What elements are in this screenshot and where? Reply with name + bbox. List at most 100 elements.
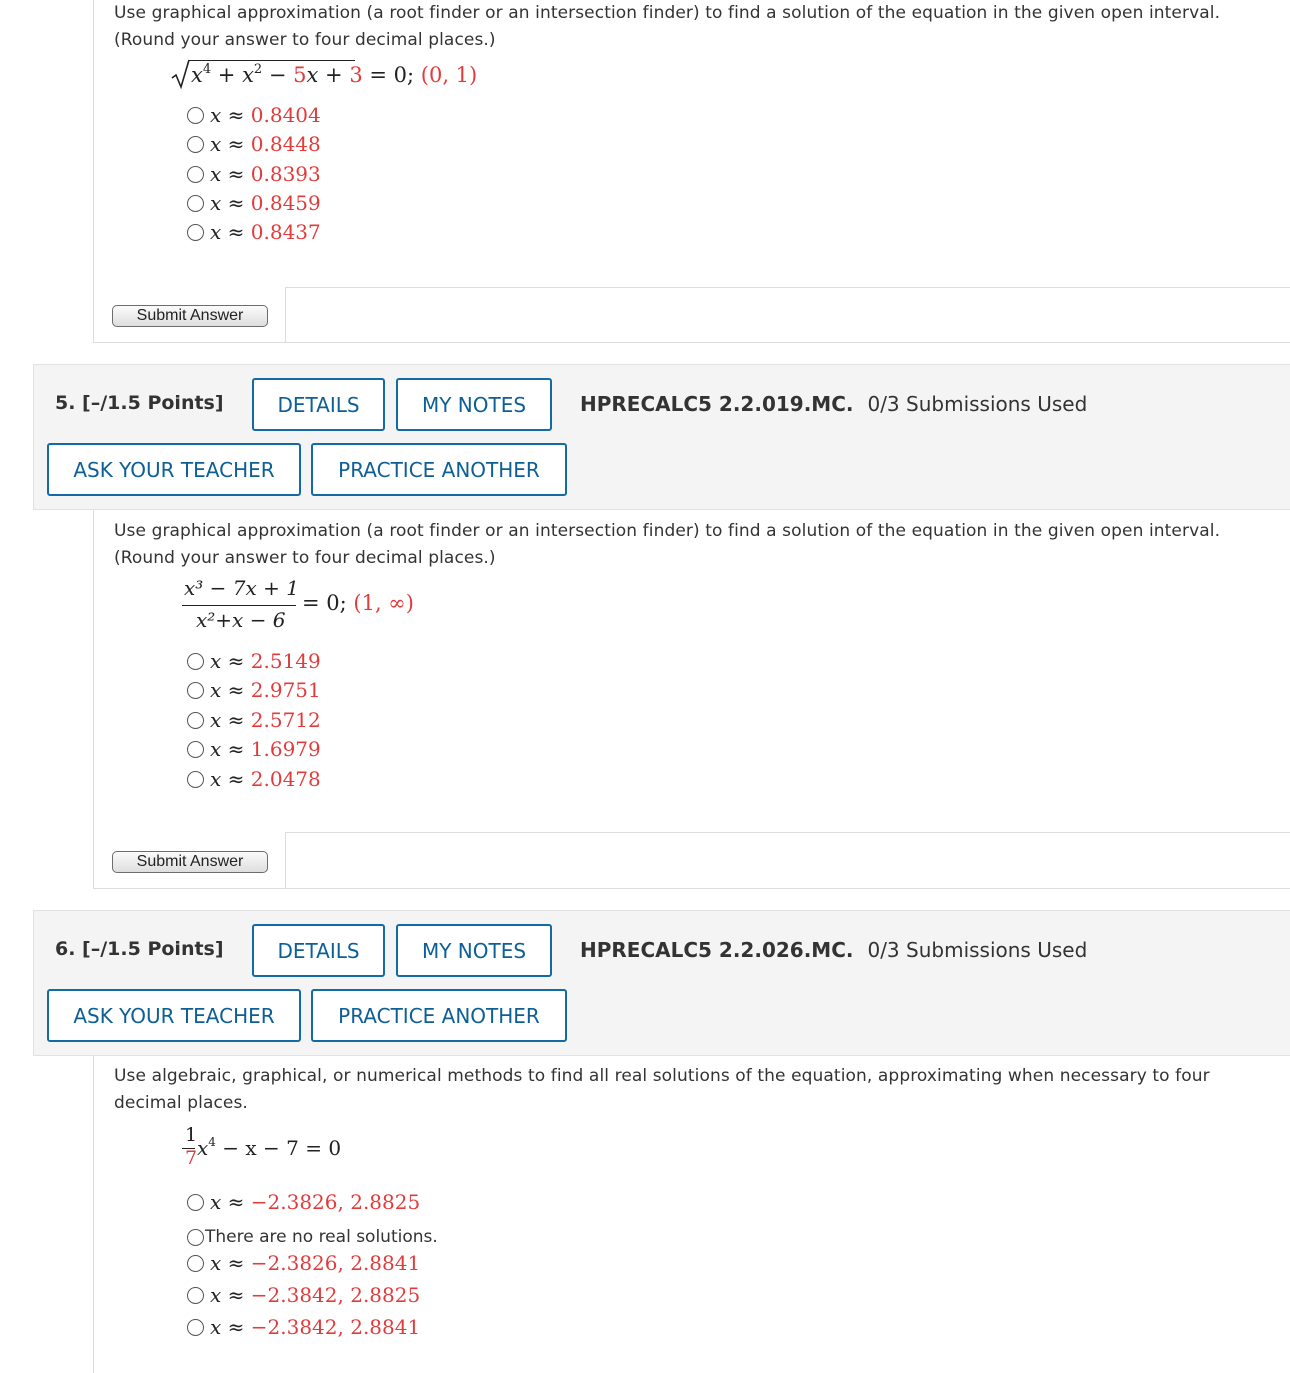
equals: = 0;	[302, 591, 354, 615]
radio-button[interactable]	[187, 1193, 204, 1211]
exp: 2	[253, 62, 263, 77]
answer-choice[interactable]: There are no real solutions.	[187, 1223, 438, 1251]
question-6-body: Use algebraic, graphical, or numerical m…	[93, 1056, 1290, 1373]
choice-var: x	[210, 1283, 222, 1307]
question-code: HPRECALC5 2.2.026.MC. 0/3 Submissions Use…	[580, 938, 1087, 962]
question-4-body: Use graphical approximation (a root find…	[93, 0, 1290, 343]
fraction-denominator: x²+x − 6	[196, 608, 286, 632]
submissions-used: 0/3 Submissions Used	[867, 392, 1088, 416]
answer-choice[interactable]: x ≈ 0.8448	[187, 130, 321, 158]
radio-button[interactable]	[187, 106, 204, 124]
fraction-numerator: 1	[185, 1124, 198, 1146]
answer-choice[interactable]: x ≈ 0.8459	[187, 189, 321, 217]
answer-choice[interactable]: x ≈ 2.5149	[187, 647, 321, 675]
answer-choice[interactable]: x ≈ −2.3842, 2.8841	[187, 1313, 420, 1341]
question-5-body: Use graphical approximation (a root find…	[93, 510, 1290, 889]
answer-choice[interactable]: x ≈ 0.8393	[187, 160, 321, 188]
equation-tail: − x − 7 = 0	[215, 1136, 342, 1160]
radio-button[interactable]	[187, 1228, 204, 1246]
choice-var: x	[210, 1251, 222, 1275]
details-button[interactable]: DETAILS	[252, 924, 385, 977]
prompt-line-2: decimal places.	[114, 1093, 248, 1113]
answer-choice[interactable]: x ≈ 2.5712	[187, 706, 321, 734]
choice-text: There are no real solutions.	[205, 1227, 438, 1247]
radio-button[interactable]	[187, 1254, 204, 1272]
choice-value: 2.5712	[250, 708, 321, 732]
approx-sign: ≈	[221, 649, 251, 673]
answer-choice[interactable]: x ≈ −2.3826, 2.8825	[187, 1188, 420, 1216]
submit-answer-button[interactable]: Submit Answer	[112, 851, 268, 873]
question-number: 6. [–/1.5 Points]	[55, 938, 224, 960]
radio-button[interactable]	[187, 223, 204, 241]
choice-var: x	[210, 678, 222, 702]
radio-button[interactable]	[187, 740, 204, 758]
radio-button[interactable]	[187, 194, 204, 212]
question-4-prompt: Use graphical approximation (a root find…	[114, 0, 1264, 54]
radio-button[interactable]	[187, 711, 204, 729]
question-code: HPRECALC5 2.2.019.MC. 0/3 Submissions Use…	[580, 392, 1087, 416]
answer-choice[interactable]: x ≈ −2.3842, 2.8825	[187, 1281, 420, 1309]
answer-choice[interactable]: x ≈ 2.9751	[187, 676, 321, 704]
equation-text: x4 + x2 − 5x + 3 = 0; (0, 1)	[191, 61, 477, 89]
ask-your-teacher-button[interactable]: ASK YOUR TEACHER	[47, 443, 301, 496]
prompt-line-2: (Round your answer to four decimal place…	[114, 548, 496, 568]
answer-choice[interactable]: x ≈ −2.3826, 2.8841	[187, 1249, 420, 1277]
my-notes-button[interactable]: MY NOTES	[396, 924, 552, 977]
details-button[interactable]: DETAILS	[252, 378, 385, 431]
answer-choice[interactable]: x ≈ 0.8404	[187, 101, 321, 129]
question-5-prompt: Use graphical approximation (a root find…	[114, 518, 1264, 572]
choice-value: −2.3826, 2.8825	[250, 1190, 421, 1214]
numerator-text: x³ − 7x + 1	[184, 576, 299, 600]
approx-sign: ≈	[221, 1251, 251, 1275]
radio-button[interactable]	[187, 1286, 204, 1304]
prompt-line-2: (Round your answer to four decimal place…	[114, 30, 496, 50]
var-x: x	[197, 1136, 209, 1160]
practice-another-button[interactable]: PRACTICE ANOTHER	[311, 989, 567, 1042]
var-x: x	[191, 63, 203, 87]
choice-var: x	[210, 191, 222, 215]
radio-button[interactable]	[187, 165, 204, 183]
choice-value: 1.6979	[250, 737, 321, 761]
answer-choice[interactable]: x ≈ 0.8437	[187, 218, 321, 246]
submissions-used: 0/3 Submissions Used	[867, 938, 1088, 962]
choice-value: 0.8448	[250, 132, 321, 156]
divider	[285, 832, 1290, 833]
choice-value: 2.9751	[250, 678, 321, 702]
submit-answer-button[interactable]: Submit Answer	[112, 305, 268, 327]
op: +	[318, 63, 350, 87]
ask-your-teacher-button[interactable]: ASK YOUR TEACHER	[47, 989, 301, 1042]
choice-var: x	[210, 737, 222, 761]
choice-var: x	[210, 103, 222, 127]
radio-button[interactable]	[187, 135, 204, 153]
question-6-equation: 1 7 x4 − x − 7 = 0	[182, 1124, 442, 1174]
question-number: 5. [–/1.5 Points]	[55, 392, 224, 414]
divider	[285, 287, 286, 342]
my-notes-button[interactable]: MY NOTES	[396, 378, 552, 431]
practice-another-button[interactable]: PRACTICE ANOTHER	[311, 443, 567, 496]
interval: (0, 1)	[420, 63, 478, 87]
choice-value: −2.3842, 2.8841	[250, 1315, 421, 1339]
radio-button[interactable]	[187, 681, 204, 699]
approx-sign: ≈	[221, 1283, 251, 1307]
assignment-code: HPRECALC5 2.2.026.MC.	[580, 938, 854, 962]
exp: 4	[202, 62, 212, 77]
fraction-bar	[182, 605, 296, 606]
prompt-line-1: Use graphical approximation (a root find…	[114, 3, 1221, 23]
approx-sign: ≈	[221, 132, 251, 156]
choice-value: 0.8437	[250, 220, 321, 244]
choice-value: 0.8404	[250, 103, 321, 127]
equals: = 0;	[362, 63, 421, 87]
answer-choice[interactable]: x ≈ 1.6979	[187, 735, 321, 763]
choice-var: x	[210, 649, 222, 673]
answer-choice[interactable]: x ≈ 2.0478	[187, 765, 321, 793]
radio-button[interactable]	[187, 652, 204, 670]
question-6-prompt: Use algebraic, graphical, or numerical m…	[114, 1063, 1264, 1117]
approx-sign: ≈	[221, 1315, 251, 1339]
radio-button[interactable]	[187, 1318, 204, 1336]
equation-rest: = 0; (1, ∞)	[302, 591, 414, 615]
radio-button[interactable]	[187, 770, 204, 788]
choice-value: −2.3826, 2.8841	[250, 1251, 421, 1275]
exp: 4	[208, 1135, 216, 1149]
choice-value: 2.5149	[250, 649, 321, 673]
choice-var: x	[210, 767, 222, 791]
